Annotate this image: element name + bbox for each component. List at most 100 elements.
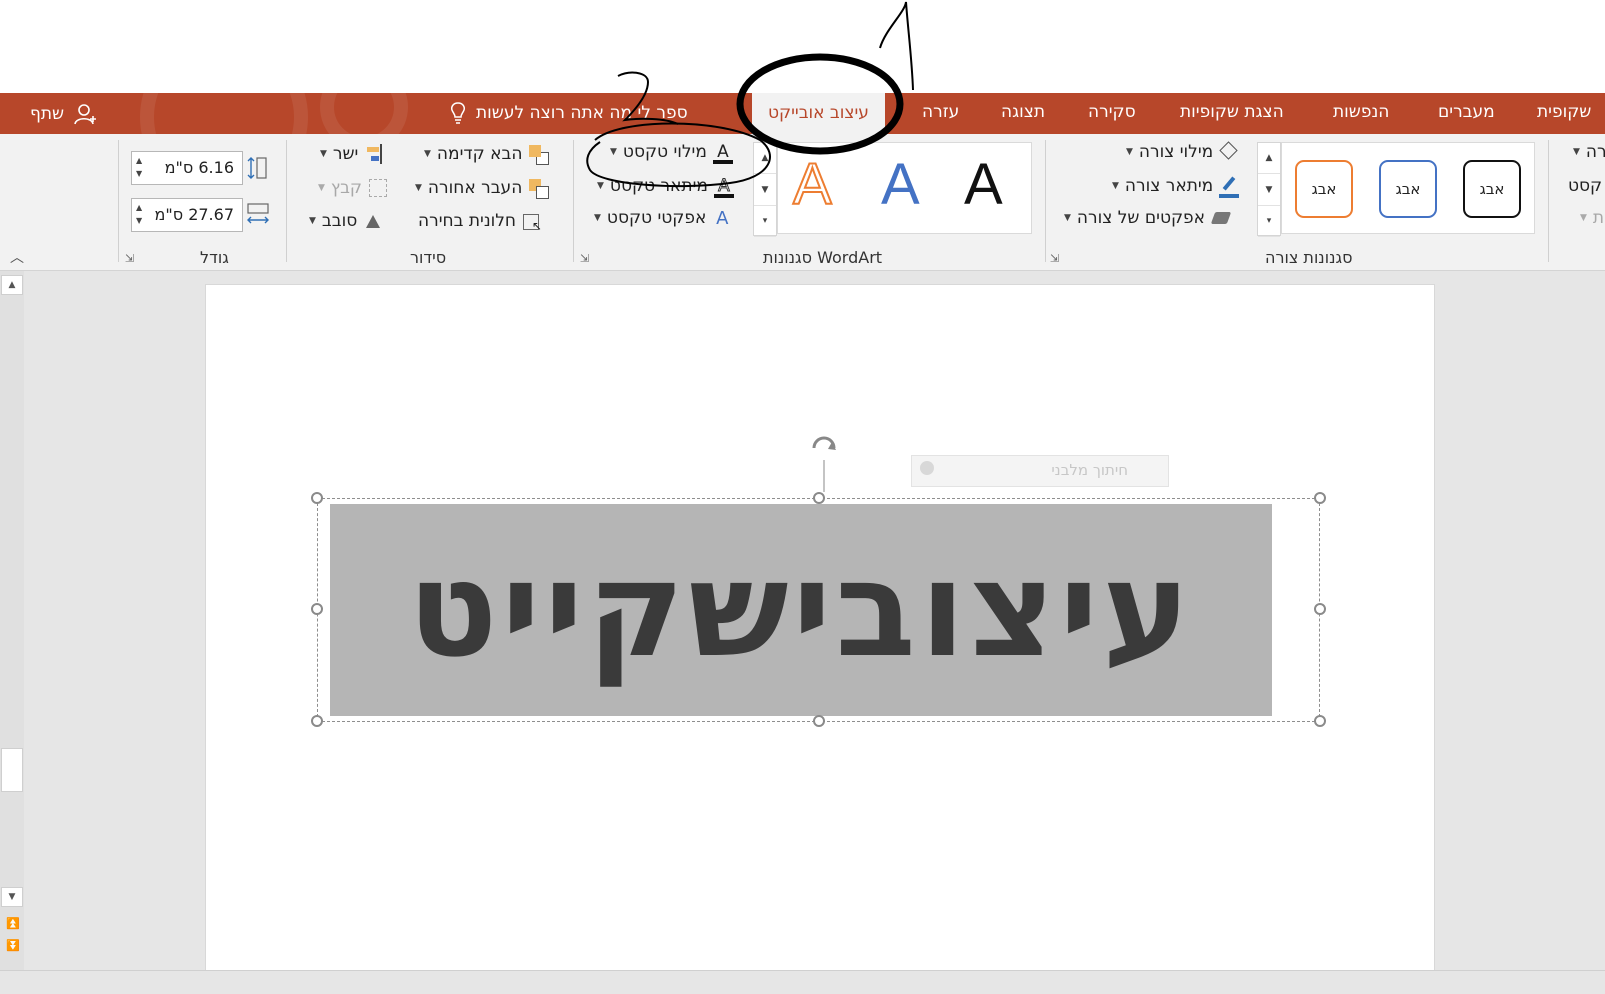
gallery-down-icon[interactable]: ▼: [1258, 174, 1280, 206]
decoration: [140, 93, 308, 134]
partial-command-3[interactable]: ית ▼: [1580, 208, 1605, 228]
dialog-launcher-icon[interactable]: ⇲: [580, 252, 589, 265]
dropdown-caret-icon: ▼: [610, 147, 617, 157]
paint-bucket-icon: [1219, 141, 1239, 162]
group-icon: [368, 178, 388, 198]
rotate-handle-icon[interactable]: [806, 432, 842, 492]
previous-slide-icon[interactable]: ⏫: [6, 917, 20, 930]
width-spinner[interactable]: 27.67 ס"מ ▲ ▼: [131, 198, 243, 232]
height-spinner[interactable]: 6.16 ס"מ ▲ ▼: [131, 151, 243, 185]
tab-view[interactable]: תצוגה: [1001, 102, 1045, 122]
vertical-scrollbar[interactable]: ▲ ▼ ⏫ ⏬: [0, 271, 24, 970]
wordart-style-orange-outline[interactable]: A: [792, 151, 833, 218]
group-button[interactable]: קבץ ▼: [318, 178, 388, 198]
partial-command-1[interactable]: רה ▼: [1573, 142, 1605, 162]
resize-handle[interactable]: [311, 492, 323, 504]
spinner-arrows-icon[interactable]: ▲ ▼: [136, 154, 142, 180]
shape-styles-gallery: אבג אבג אבג: [1281, 142, 1535, 234]
lightbulb-icon: [451, 102, 465, 124]
dropdown-caret-icon: ▼: [320, 149, 327, 159]
gallery-more-icon[interactable]: ▾: [754, 206, 776, 238]
shape-styles-group-label: סגנונות צורה: [1265, 248, 1353, 267]
width-icon: [247, 203, 269, 224]
tell-me-box[interactable]: ספר לי מה אתה רוצה לעשות: [450, 102, 688, 124]
shape-fill-button[interactable]: מילוי צורה ▼: [1126, 141, 1239, 162]
align-icon: [364, 144, 384, 164]
collapse-ribbon-icon[interactable]: ︿: [10, 247, 24, 267]
selection-pane-button[interactable]: ↖ חלונית בחירה: [418, 211, 542, 233]
height-icon: [247, 157, 267, 179]
group-separator: [1045, 140, 1046, 262]
group-separator: [573, 140, 574, 262]
align-button[interactable]: ישר ▼: [320, 144, 384, 164]
dialog-launcher-icon[interactable]: ⇲: [125, 252, 134, 265]
align-label: ישר: [332, 144, 359, 164]
bring-forward-icon: [528, 144, 550, 165]
text-fill-icon: A: [712, 142, 733, 164]
wordart-style-black[interactable]: A: [964, 151, 1003, 218]
shape-fill-label: מילוי צורה: [1138, 142, 1214, 162]
text-effects-button[interactable]: A אפקטי טקסט ▼: [594, 208, 732, 229]
tab-animations[interactable]: הנפשות: [1333, 102, 1389, 122]
title-area: [0, 0, 1605, 93]
wordart-style-blue[interactable]: A: [881, 151, 920, 218]
ribbon: ︿ 6.16 ס"מ ▲ ▼ 27.67 ס"מ ▲ ▼ גודל ⇲ הבא קד…: [0, 134, 1605, 271]
scroll-thumb[interactable]: [1, 748, 23, 792]
shape-effects-button[interactable]: אפקטים של צורה ▼: [1064, 208, 1232, 228]
dropdown-caret-icon: ▼: [1573, 147, 1580, 157]
text-outline-button[interactable]: A מיתאר טקסט ▼: [597, 176, 734, 198]
placeholder-hint: חיתוך מלבני: [911, 455, 1169, 487]
resize-handle[interactable]: [311, 715, 323, 727]
tab-shape-format[interactable]: עיצוב אובייקט: [752, 93, 885, 134]
tab-slide[interactable]: שקופית: [1537, 102, 1591, 122]
dropdown-caret-icon: ▼: [309, 216, 316, 226]
dropdown-caret-icon: ▼: [415, 183, 422, 193]
dropdown-caret-icon: ▼: [1064, 213, 1071, 223]
resize-handle[interactable]: [1314, 603, 1326, 615]
spinner-arrows-icon[interactable]: ▲ ▼: [136, 201, 142, 227]
send-backward-button[interactable]: העבר אחורה ▼: [415, 178, 550, 199]
dropdown-caret-icon: ▼: [1126, 147, 1133, 157]
width-value: 27.67 ס"מ: [154, 205, 234, 224]
rotate-button[interactable]: סובב ▼: [309, 211, 383, 231]
resize-handle[interactable]: [813, 715, 825, 727]
scroll-up-icon[interactable]: ▲: [1, 275, 23, 295]
partial-command-2[interactable]: קסט: [1568, 176, 1602, 196]
text-outline-label: מיתאר טקסט: [609, 176, 708, 196]
group-label: קבץ: [330, 178, 362, 198]
bring-forward-button[interactable]: הבא קדימה ▼: [424, 144, 550, 165]
wordart-group-label: סגנונות WordArt: [763, 248, 883, 267]
dropdown-caret-icon: ▼: [1112, 181, 1119, 191]
text-fill-button[interactable]: A מילוי טקסט ▼: [610, 142, 733, 164]
scroll-down-icon[interactable]: ▼: [1, 887, 23, 907]
shape-style-orange[interactable]: אבג: [1295, 160, 1353, 218]
dropdown-caret-icon: ▼: [597, 181, 604, 191]
dropdown-caret-icon: ▼: [424, 149, 431, 159]
gallery-down-icon[interactable]: ▼: [754, 174, 776, 206]
tab-slide-show[interactable]: הצגת שקופיות: [1180, 102, 1284, 122]
resize-handle[interactable]: [813, 492, 825, 504]
shape-effects-label: אפקטים של צורה: [1076, 208, 1206, 228]
text-fill-label: מילוי טקסט: [622, 142, 707, 162]
tab-transitions[interactable]: מעברים: [1438, 102, 1495, 122]
resize-handle[interactable]: [1314, 715, 1326, 727]
share-button[interactable]: שתף: [30, 102, 97, 126]
gallery-up-icon[interactable]: ▲: [1258, 143, 1280, 175]
tell-me-text: ספר לי מה אתה רוצה לעשות: [476, 103, 688, 123]
gallery-more-icon[interactable]: ▾: [1258, 206, 1280, 238]
shape-style-black[interactable]: אבג: [1463, 160, 1521, 218]
gallery-up-icon[interactable]: ▲: [754, 143, 776, 175]
selection-pane-icon: ↖: [522, 211, 542, 233]
next-slide-icon[interactable]: ⏬: [6, 939, 20, 952]
tab-review[interactable]: סקירה: [1088, 102, 1136, 122]
shape-gallery-scroll[interactable]: ▲ ▼ ▾: [1257, 142, 1281, 238]
resize-handle[interactable]: [1314, 492, 1326, 504]
shape-style-blue[interactable]: אבג: [1379, 160, 1437, 218]
wordart-gallery-scroll[interactable]: ▲ ▼ ▾: [753, 142, 777, 238]
shape-outline-button[interactable]: מיתאר צורה ▼: [1112, 176, 1240, 198]
tab-help[interactable]: עזרה: [922, 102, 959, 122]
dialog-launcher-icon[interactable]: ⇲: [1050, 252, 1059, 265]
height-value: 6.16 ס"מ: [164, 158, 234, 177]
resize-handle[interactable]: [311, 603, 323, 615]
share-label: שתף: [30, 104, 65, 124]
